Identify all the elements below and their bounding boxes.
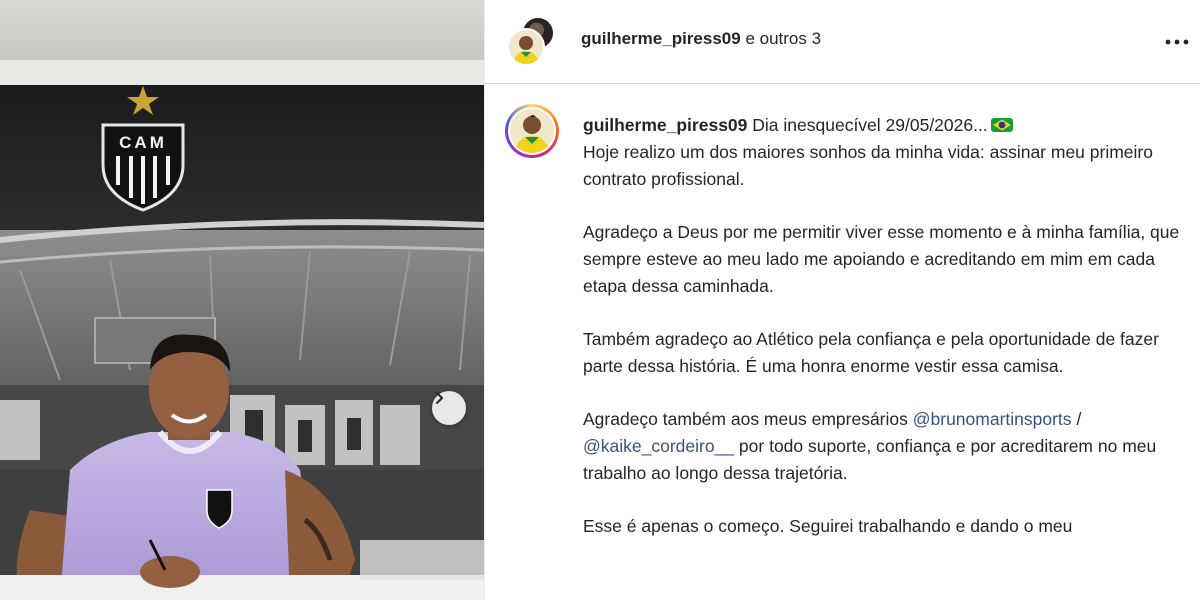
caption-first-line: guilherme_piress09 Dia inesquecível 29/0…: [583, 112, 1183, 139]
header-username[interactable]: guilherme_piress09: [581, 29, 741, 48]
caption-text-span: Agradeço também aos meus empresários: [583, 409, 908, 429]
post-header: guilherme_piress09 e outros 3: [485, 0, 1200, 84]
avatar: [510, 109, 554, 153]
header-author-line: guilherme_piress09 e outros 3: [581, 29, 821, 49]
avatar[interactable]: [507, 28, 545, 66]
collab-avatars[interactable]: [507, 16, 557, 68]
caption-username[interactable]: guilherme_piress09: [583, 115, 747, 135]
ellipsis-icon[interactable]: [1163, 30, 1191, 54]
next-photo-button[interactable]: [432, 391, 466, 425]
caption-text-span: /: [1076, 409, 1082, 429]
post-caption: guilherme_piress09 Dia inesquecível 29/0…: [485, 84, 1200, 600]
caption-paragraph: Também agradeço ao Atlético pela confian…: [583, 329, 1159, 376]
caption-paragraph: Agradeço também aos meus empresários @br…: [583, 406, 1183, 487]
caption-paragraph: Hoje realizo um dos maiores sonhos da mi…: [583, 142, 1153, 189]
post-photo[interactable]: CAM: [0, 0, 484, 600]
header-others[interactable]: e outros 3: [745, 29, 821, 48]
post-panel: guilherme_piress09 e outros 3 guilherme_…: [484, 0, 1200, 600]
caption-intro: Dia inesquecível 29/05/2026...: [752, 115, 988, 135]
caption-text: guilherme_piress09 Dia inesquecível 29/0…: [583, 112, 1183, 540]
caption-avatar[interactable]: [505, 104, 559, 158]
brazil-flag-emoji: [990, 118, 1013, 132]
club-badge-text: CAM: [119, 133, 167, 152]
mention-link[interactable]: @kaike_cordeiro__: [583, 436, 734, 456]
mention-link[interactable]: @brunomartinsports: [913, 409, 1072, 429]
caption-paragraph: Esse é apenas o começo. Seguirei trabalh…: [583, 516, 1073, 536]
caption-paragraph: Agradeço a Deus por me permitir viver es…: [583, 222, 1180, 296]
post-image: CAM: [0, 0, 484, 600]
chevron-right-icon: [436, 392, 443, 404]
